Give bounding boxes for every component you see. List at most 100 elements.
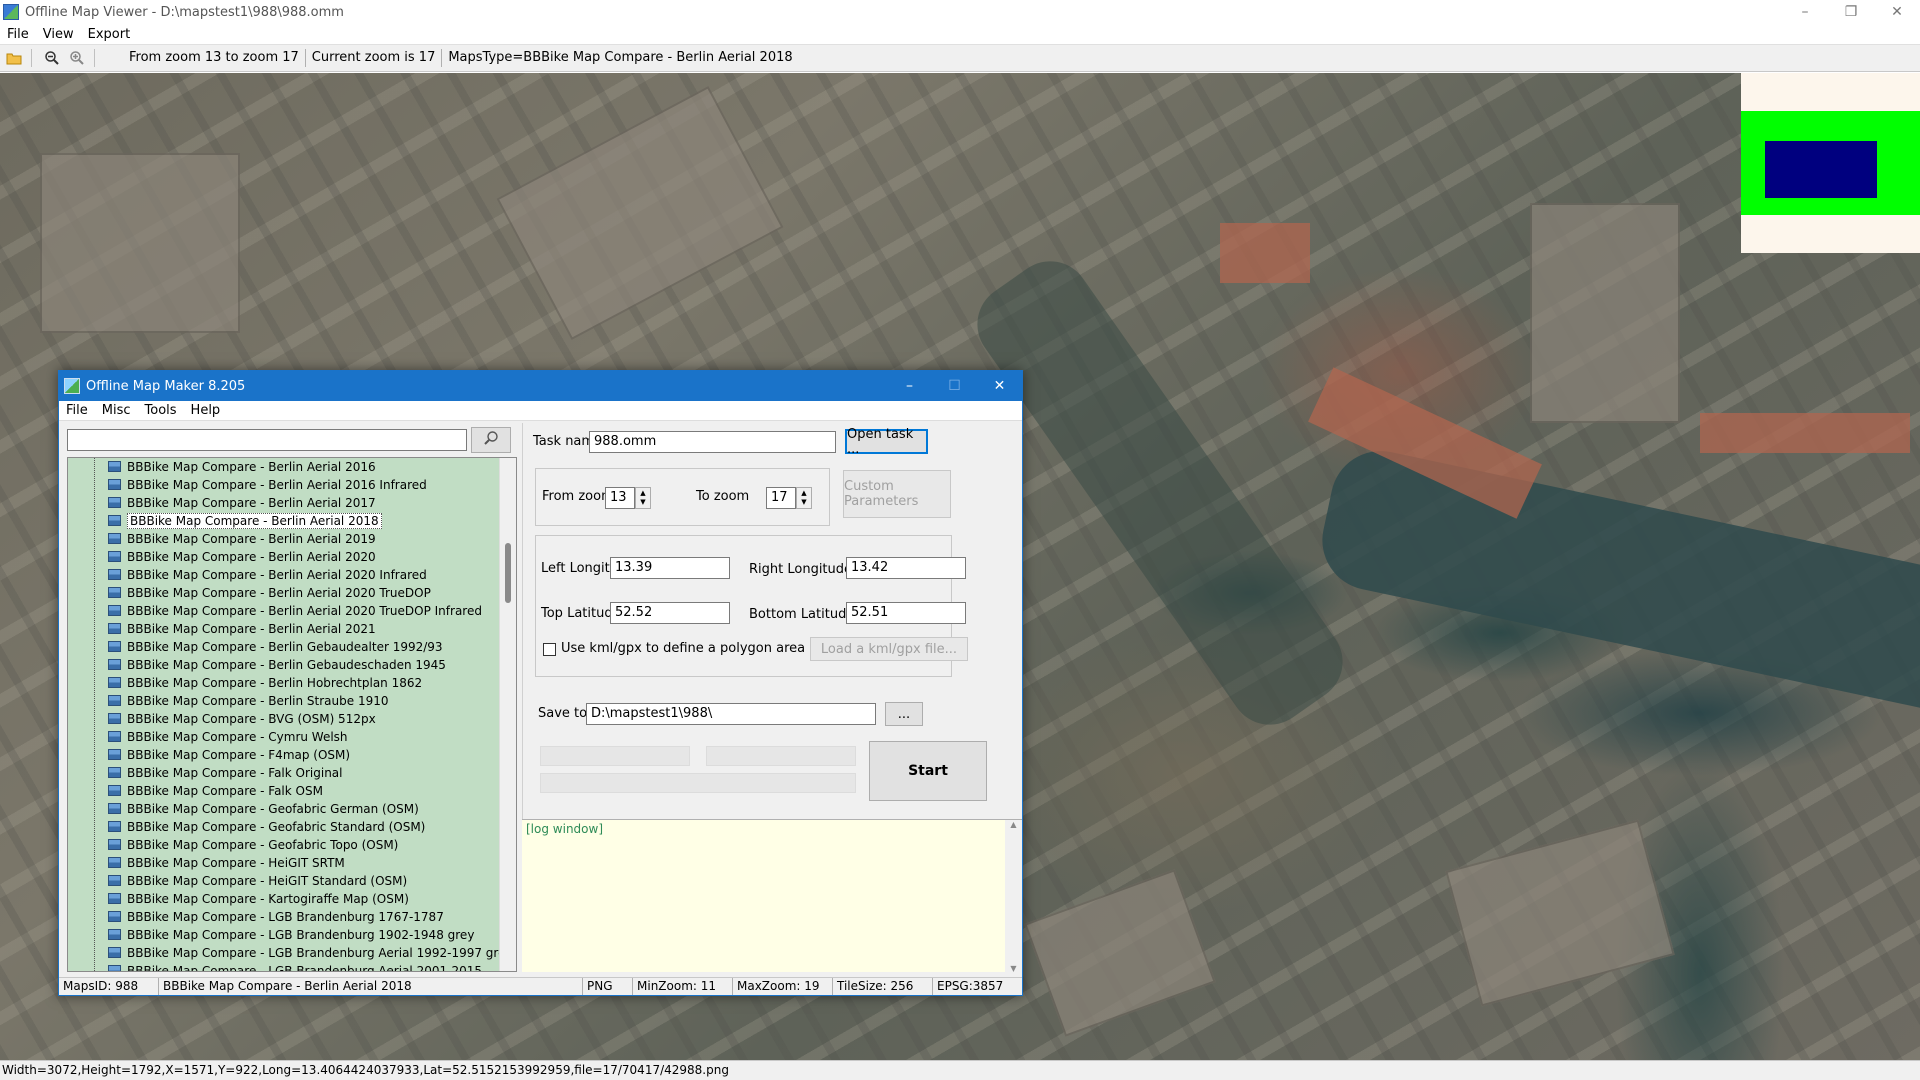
- right-longitude-input[interactable]: 13.42: [846, 557, 966, 579]
- map-list-item[interactable]: BBBike Map Compare - Berlin Gebaudeschad…: [68, 656, 516, 674]
- map-list-item[interactable]: BBBike Map Compare - Berlin Aerial 2018: [68, 512, 516, 530]
- zoom-in-icon[interactable]: [66, 47, 88, 69]
- map-list-item[interactable]: BBBike Map Compare - Berlin Aerial 2021: [68, 620, 516, 638]
- map-texture: [1313, 441, 1920, 725]
- map-layer-icon: [108, 911, 121, 922]
- map-list-item[interactable]: BBBike Map Compare - Falk Original: [68, 764, 516, 782]
- search-button[interactable]: [471, 427, 511, 453]
- map-list-item[interactable]: BBBike Map Compare - Berlin Aerial 2016: [68, 458, 516, 476]
- map-texture: [1445, 819, 1675, 1007]
- map-list-item[interactable]: BBBike Map Compare - Berlin Aerial 2020: [68, 548, 516, 566]
- map-list-item[interactable]: BBBike Map Compare - BVG (OSM) 512px: [68, 710, 516, 728]
- task-name-input[interactable]: 988.omm: [589, 431, 836, 453]
- map-list-item-label: BBBike Map Compare - Berlin Aerial 2016: [127, 460, 376, 474]
- from-zoom-input[interactable]: 13: [605, 487, 635, 509]
- map-list-item[interactable]: BBBike Map Compare - Berlin Aerial 2020 …: [68, 584, 516, 602]
- dialog-menu-file[interactable]: File: [59, 403, 95, 418]
- map-list-item[interactable]: BBBike Map Compare - Geofabric Standard …: [68, 818, 516, 836]
- map-list-item[interactable]: BBBike Map Compare - Berlin Aerial 2017: [68, 494, 516, 512]
- map-list-item[interactable]: BBBike Map Compare - Kartogiraffe Map (O…: [68, 890, 516, 908]
- map-list-item-label: BBBike Map Compare - Geofabric Topo (OSM…: [127, 838, 399, 852]
- scroll-down-icon[interactable]: ▼: [1005, 964, 1022, 973]
- menu-export[interactable]: Export: [81, 27, 138, 42]
- map-texture: [496, 86, 784, 340]
- map-list-item[interactable]: BBBike Map Compare - Berlin Aerial 2016 …: [68, 476, 516, 494]
- log-window[interactable]: [log window] ▲ ▼: [522, 819, 1022, 973]
- dialog-close-button[interactable]: ✕: [977, 371, 1022, 401]
- map-list-item[interactable]: BBBike Map Compare - Berlin Hobrechtplan…: [68, 674, 516, 692]
- window-title: Offline Map Viewer - D:\mapstest1\988\98…: [25, 4, 344, 20]
- viewer-titlebar: Offline Map Viewer - D:\mapstest1\988\98…: [0, 0, 1920, 24]
- map-list-item[interactable]: BBBike Map Compare - HeiGIT Standard (OS…: [68, 872, 516, 890]
- map-list-item-label: BBBike Map Compare - Berlin Aerial 2018: [127, 513, 382, 529]
- map-list-item-label: BBBike Map Compare - Berlin Aerial 2019: [127, 532, 376, 546]
- map-list-item-label: BBBike Map Compare - F4map (OSM): [127, 748, 351, 762]
- map-list-item[interactable]: BBBike Map Compare - LGB Brandenburg 190…: [68, 926, 516, 944]
- dialog-minimize-button[interactable]: –: [887, 371, 932, 401]
- map-list-item[interactable]: BBBike Map Compare - Geofabric Topo (OSM…: [68, 836, 516, 854]
- minimap-viewport[interactable]: [1765, 141, 1877, 198]
- dialog-menu-tools[interactable]: Tools: [138, 403, 184, 418]
- start-button[interactable]: Start: [869, 741, 987, 801]
- map-layer-icon: [108, 749, 121, 760]
- map-list-item[interactable]: BBBike Map Compare - Berlin Aerial 2020 …: [68, 602, 516, 620]
- map-list-item[interactable]: BBBike Map Compare - Cymru Welsh: [68, 728, 516, 746]
- viewer-statusbar: Width=3072,Height=1792,X=1571,Y=922,Long…: [0, 1060, 1920, 1080]
- menu-view[interactable]: View: [36, 27, 81, 42]
- scroll-up-icon[interactable]: ▲: [1005, 820, 1022, 829]
- to-zoom-spinner[interactable]: ▲ ▼: [796, 487, 812, 509]
- map-layer-icon: [108, 929, 121, 940]
- to-zoom-input[interactable]: 17: [766, 487, 796, 509]
- open-folder-icon[interactable]: [3, 47, 25, 69]
- map-list-item[interactable]: BBBike Map Compare - LGB Brandenburg Aer…: [68, 944, 516, 962]
- map-list-item[interactable]: BBBike Map Compare - Berlin Gebaudealter…: [68, 638, 516, 656]
- map-list-item[interactable]: BBBike Map Compare - HeiGIT SRTM: [68, 854, 516, 872]
- load-kml-button[interactable]: Load a kml/gpx file...: [810, 637, 968, 661]
- map-layer-icon: [108, 551, 121, 562]
- dialog-titlebar: Offline Map Maker 8.205 – ☐ ✕: [59, 371, 1022, 401]
- map-texture: [1530, 203, 1680, 423]
- from-zoom-spinner[interactable]: ▲ ▼: [635, 487, 651, 509]
- status-tile-size: TileSize: 256: [833, 978, 933, 995]
- map-texture: [1220, 223, 1310, 283]
- map-list-item[interactable]: BBBike Map Compare - Berlin Aerial 2020 …: [68, 566, 516, 584]
- map-list-item-label: BBBike Map Compare - Berlin Hobrechtplan…: [127, 676, 423, 690]
- map-list-scrollbar[interactable]: [499, 458, 516, 971]
- dialog-menu-misc[interactable]: Misc: [95, 403, 138, 418]
- map-list-item[interactable]: BBBike Map Compare - Berlin Aerial 2019: [68, 530, 516, 548]
- map-source-list[interactable]: BBBike Map Compare - Berlin Aerial 2016 B…: [67, 457, 517, 972]
- top-latitude-label: Top Latitude: [541, 606, 621, 621]
- scrollbar-thumb[interactable]: [505, 543, 511, 603]
- map-list-item[interactable]: BBBike Map Compare - LGB Brandenburg 176…: [68, 908, 516, 926]
- minimize-button[interactable]: –: [1782, 0, 1828, 24]
- top-latitude-input[interactable]: 52.52: [610, 602, 730, 624]
- save-to-input[interactable]: D:\mapstest1\988\: [586, 703, 876, 725]
- browse-folder-button[interactable]: ...: [885, 702, 923, 726]
- zoom-out-icon[interactable]: [41, 47, 63, 69]
- map-list-item[interactable]: BBBike Map Compare - F4map (OSM): [68, 746, 516, 764]
- map-search-input[interactable]: [67, 429, 467, 451]
- map-layer-icon: [108, 695, 121, 706]
- map-list-item-label: BBBike Map Compare - Berlin Aerial 2020 …: [127, 604, 482, 618]
- log-scrollbar[interactable]: ▲ ▼: [1005, 820, 1022, 973]
- use-kml-checkbox[interactable]: [543, 643, 556, 656]
- left-longitude-input[interactable]: 13.39: [610, 557, 730, 579]
- map-list-item[interactable]: BBBike Map Compare - LGB Brandenburg Aer…: [68, 962, 516, 972]
- maximize-button[interactable]: ❐: [1828, 0, 1874, 24]
- map-list-item-label: BBBike Map Compare - LGB Brandenburg Aer…: [127, 964, 482, 972]
- search-icon: [483, 430, 499, 450]
- map-list-item-label: BBBike Map Compare - Berlin Gebaudealter…: [127, 640, 443, 654]
- menu-file[interactable]: File: [0, 27, 36, 42]
- custom-parameters-button[interactable]: Custom Parameters: [843, 470, 951, 518]
- map-layer-icon: [108, 965, 121, 971]
- overview-minimap[interactable]: [1741, 73, 1920, 253]
- map-list-item[interactable]: BBBike Map Compare - Geofabric German (O…: [68, 800, 516, 818]
- maps-type-text: MapsType=BBBike Map Compare - Berlin Aer…: [448, 50, 793, 65]
- map-list-item[interactable]: BBBike Map Compare - Falk OSM: [68, 782, 516, 800]
- toolbar-separator: [94, 49, 95, 67]
- map-list-item[interactable]: BBBike Map Compare - Berlin Straube 1910: [68, 692, 516, 710]
- open-task-button[interactable]: Open task ...: [845, 427, 928, 457]
- dialog-menu-help[interactable]: Help: [184, 403, 228, 418]
- close-button[interactable]: ✕: [1874, 0, 1920, 24]
- bottom-latitude-input[interactable]: 52.51: [846, 602, 966, 624]
